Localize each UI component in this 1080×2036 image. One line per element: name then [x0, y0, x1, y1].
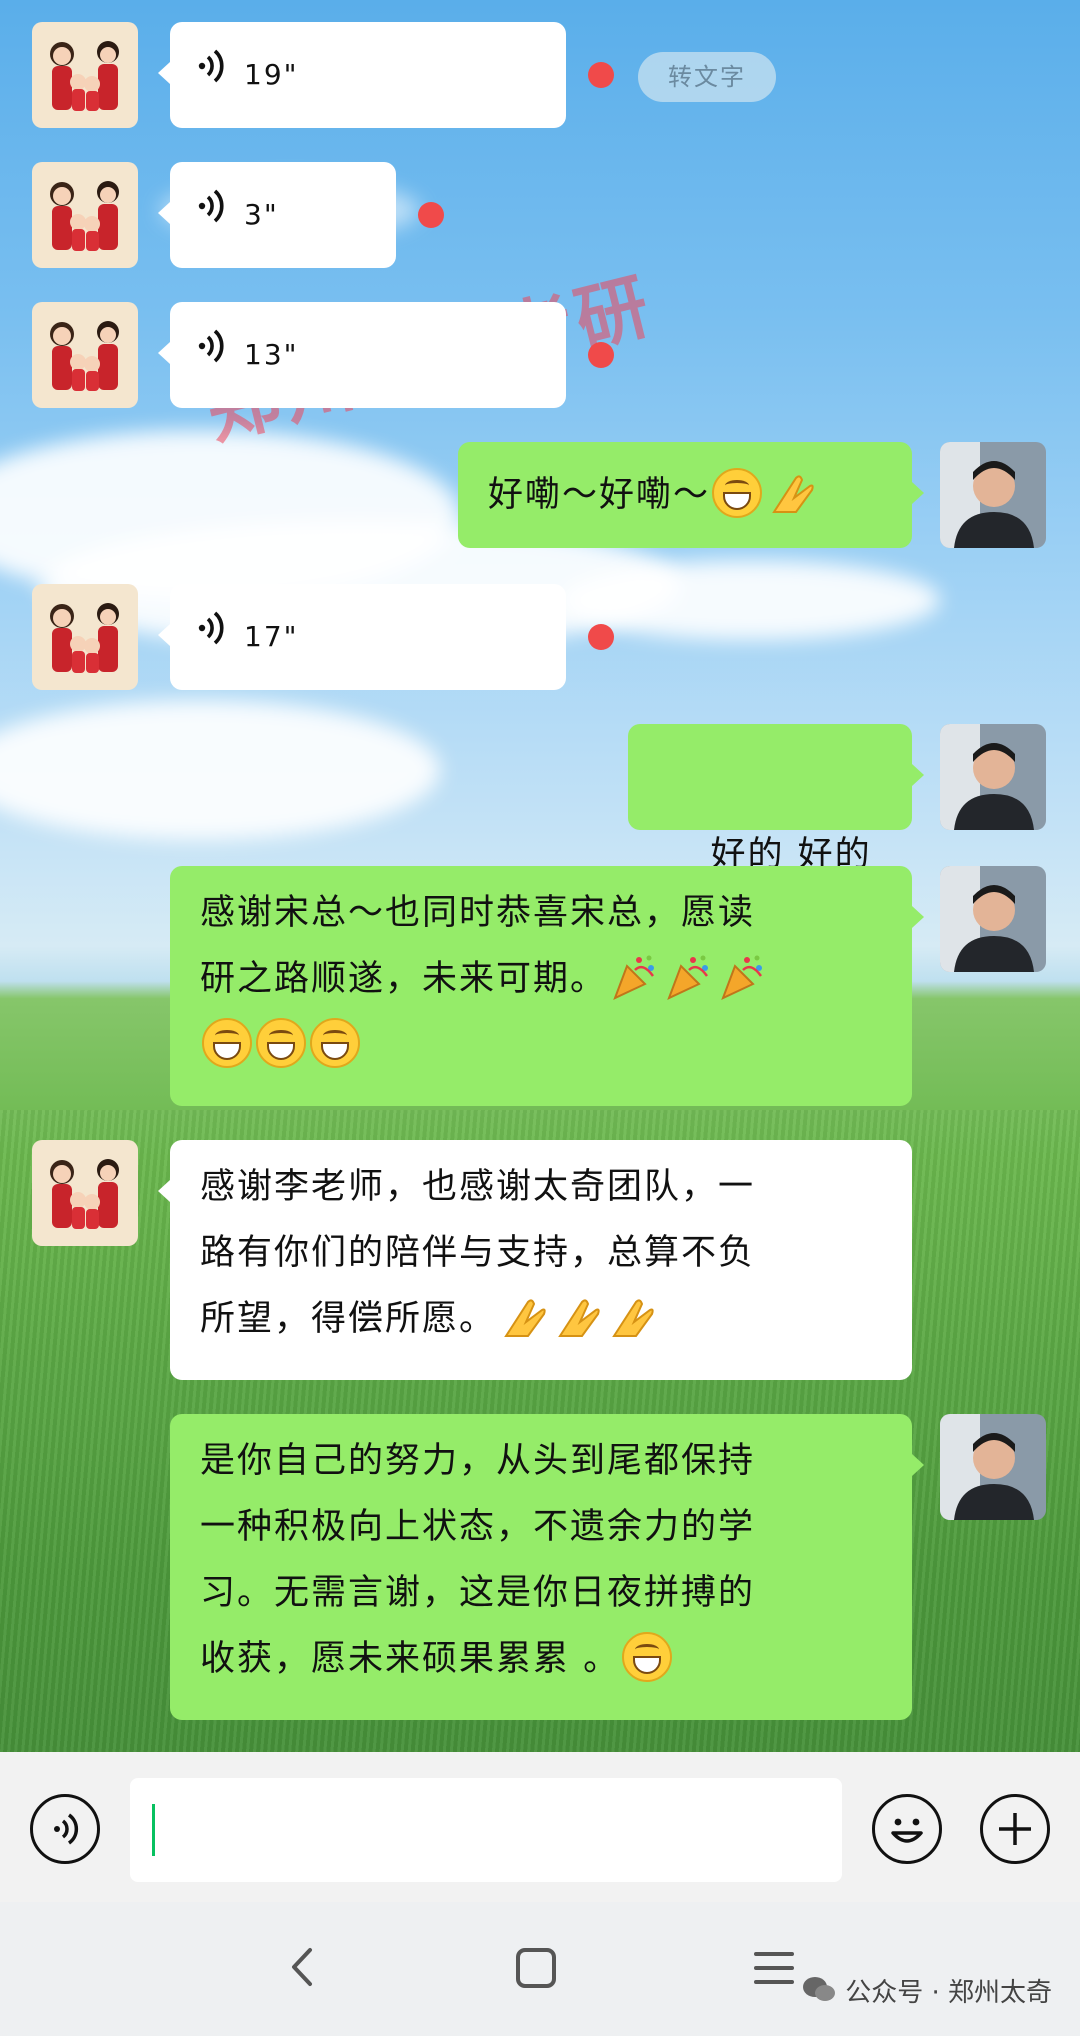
- message-line: 是你自己的努力，从头到尾都保持: [200, 1441, 756, 1481]
- party-popper-icon: [663, 952, 713, 1002]
- pray-hands-icon: [606, 1292, 656, 1342]
- system-nav-bar: [0, 1902, 1080, 2036]
- text-caret: [152, 1804, 155, 1856]
- my-avatar[interactable]: [940, 442, 1046, 548]
- recents-nav-button[interactable]: [752, 1946, 796, 1990]
- contact-avatar[interactable]: [32, 1140, 138, 1246]
- contact-avatar[interactable]: [32, 302, 138, 408]
- my-avatar[interactable]: [940, 866, 1046, 972]
- menu-lines-icon: [754, 1952, 794, 1984]
- emoji-button[interactable]: [872, 1794, 942, 1864]
- convert-to-text-button[interactable]: 转文字: [638, 52, 776, 102]
- party-popper-icon: [609, 952, 659, 1002]
- voice-input-button[interactable]: [30, 1794, 100, 1864]
- contact-avatar[interactable]: [32, 584, 138, 690]
- voice-duration: 17": [244, 620, 299, 653]
- unread-dot: [418, 202, 444, 228]
- grinning-face-icon: [256, 1018, 306, 1068]
- pray-hands-icon: [498, 1292, 548, 1342]
- message-line: 习。无需言谢，这是你日夜拼搏的: [200, 1573, 756, 1613]
- contact-avatar[interactable]: [32, 22, 138, 128]
- grinning-face-icon: [712, 468, 763, 518]
- input-bar: [0, 1752, 1080, 1902]
- voice-wave-icon: [194, 182, 228, 248]
- message-line: 感谢宋总～也同时恭喜宋总，愿读: [200, 893, 756, 933]
- voice-icon: [54, 1813, 79, 1845]
- home-nav-button[interactable]: [514, 1946, 558, 1990]
- voice-wave-icon: [194, 42, 228, 108]
- text-message[interactable]: 感谢李老师，也感谢太奇团队，一 路有你们的陪伴与支持，总算不负 所望，得偿所愿。: [158, 1140, 912, 1380]
- voice-duration: 19": [244, 58, 299, 91]
- back-chevron-icon: [292, 1948, 312, 1986]
- voice-wave-icon: [194, 604, 228, 670]
- text-message[interactable]: 好嘞～好嘞～: [458, 442, 924, 548]
- message-line: 感谢李老师，也感谢太奇团队，一: [200, 1167, 756, 1207]
- chat-area[interactable]: 郑州太奇考研 19" 转文字 3" 13" 好嘞～好嘞～ 17" 好的 好的: [0, 0, 1080, 1752]
- unread-dot: [588, 62, 614, 88]
- message-input[interactable]: [130, 1778, 842, 1882]
- voice-message[interactable]: 19": [158, 22, 566, 128]
- voice-message[interactable]: 3": [158, 162, 396, 268]
- grinning-face-icon: [202, 1018, 252, 1068]
- text-message[interactable]: 感谢宋总～也同时恭喜宋总，愿读 研之路顺遂，未来可期。: [170, 866, 924, 1106]
- message-line: 一种积极向上状态，不遗余力的学: [200, 1507, 756, 1547]
- wechat-logo-icon: [801, 1975, 837, 2012]
- party-popper-icon: [717, 952, 767, 1002]
- voice-duration: 3": [244, 198, 279, 231]
- home-square-icon: [516, 1948, 556, 1988]
- more-actions-button[interactable]: [980, 1794, 1050, 1864]
- cloud: [0, 700, 440, 840]
- footer-brand: 公众号 · 郑州太奇: [801, 1972, 1052, 2012]
- smiley-icon: [891, 1818, 923, 1843]
- unread-dot: [588, 624, 614, 650]
- my-avatar[interactable]: [940, 1414, 1046, 1520]
- plus-icon: [999, 1813, 1031, 1845]
- back-nav-button[interactable]: [282, 1942, 322, 1992]
- pray-hands-icon: [766, 468, 816, 518]
- unread-dot: [588, 342, 614, 368]
- voice-message[interactable]: 17": [158, 584, 566, 690]
- text-message[interactable]: 好的 好的: [628, 724, 924, 875]
- pray-hands-icon: [552, 1292, 602, 1342]
- my-avatar[interactable]: [940, 724, 1046, 830]
- contact-avatar[interactable]: [32, 162, 138, 268]
- voice-wave-icon: [194, 322, 228, 388]
- text-message[interactable]: 是你自己的努力，从头到尾都保持 一种积极向上状态，不遗余力的学 习。无需言谢，这…: [170, 1414, 924, 1720]
- footer-brand-text: 公众号 · 郑州太奇: [845, 1978, 1052, 2008]
- voice-duration: 13": [244, 338, 299, 371]
- message-line: 路有你们的陪伴与支持，总算不负: [200, 1233, 756, 1273]
- message-text: 好嘞～好嘞～: [488, 475, 711, 515]
- voice-message[interactable]: 13": [158, 302, 566, 408]
- grinning-face-icon: [622, 1632, 673, 1682]
- cloud: [560, 560, 940, 640]
- grinning-face-icon: [310, 1018, 360, 1068]
- message-line: 收获，愿未来硕果累累 。: [200, 1639, 621, 1679]
- message-line: 研之路顺遂，未来可期。: [200, 959, 608, 999]
- message-line: 所望，得偿所愿。: [200, 1299, 497, 1339]
